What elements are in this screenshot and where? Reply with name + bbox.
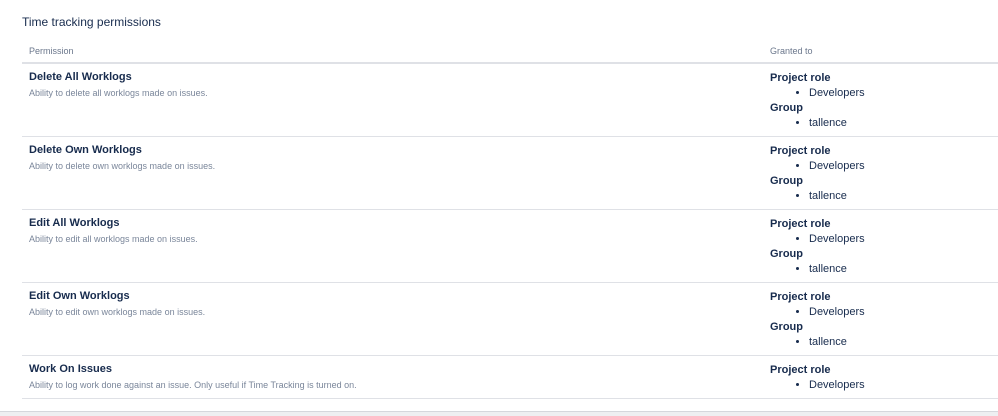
permission-description: Ability to log work done against an issu… xyxy=(29,380,357,390)
permission-name: Edit Own Worklogs xyxy=(29,290,130,302)
project-role-list: Developers xyxy=(770,305,998,320)
project-role-list: Developers xyxy=(770,86,998,101)
group-item: tallence xyxy=(809,116,998,131)
table-row: Delete Own Worklogs Ability to delete ow… xyxy=(22,136,998,210)
column-header-granted-to: Granted to xyxy=(763,39,998,64)
permission-description: Ability to edit own worklogs made on iss… xyxy=(29,307,206,317)
group-list: tallence xyxy=(770,335,998,350)
permission-cell: Work On Issues Ability to log work done … xyxy=(22,355,763,399)
permission-description: Ability to delete own worklogs made on i… xyxy=(29,161,216,171)
permission-name: Edit All Worklogs xyxy=(29,217,120,229)
project-role-item: Developers xyxy=(809,305,998,320)
permission-description: Ability to delete all worklogs made on i… xyxy=(29,88,208,98)
grant-type-project-role: Project role xyxy=(770,72,831,84)
grant-type-group: Group xyxy=(770,248,803,260)
grant-type-project-role: Project role xyxy=(770,145,831,157)
grant-type-group: Group xyxy=(770,175,803,187)
permission-cell: Delete All Worklogs Ability to delete al… xyxy=(22,63,763,137)
project-role-item: Developers xyxy=(809,159,998,174)
project-role-item: Developers xyxy=(809,86,998,101)
permission-cell: Edit All Worklogs Ability to edit all wo… xyxy=(22,209,763,283)
table-row: Delete All Worklogs Ability to delete al… xyxy=(22,63,998,137)
section-title: Time tracking permissions xyxy=(22,15,161,29)
permission-description: Ability to edit all worklogs made on iss… xyxy=(29,234,198,244)
group-list: tallence xyxy=(770,189,998,204)
granted-to-cell: Project role Developers Group tallence xyxy=(763,136,998,210)
permission-name: Work On Issues xyxy=(29,363,112,375)
grant-type-project-role: Project role xyxy=(770,218,831,230)
column-header-permission: Permission xyxy=(22,39,763,64)
group-list: tallence xyxy=(770,262,998,277)
project-role-list: Developers xyxy=(770,232,998,247)
group-item: tallence xyxy=(809,262,998,277)
permissions-table: Permission Granted to Delete All Worklog… xyxy=(22,39,998,399)
grant-type-project-role: Project role xyxy=(770,291,831,303)
granted-to-cell: Project role Developers Group tallence xyxy=(763,282,998,356)
permission-cell: Delete Own Worklogs Ability to delete ow… xyxy=(22,136,763,210)
group-list: tallence xyxy=(770,116,998,131)
table-row: Work On Issues Ability to log work done … xyxy=(22,355,998,399)
grant-type-group: Group xyxy=(770,102,803,114)
table-row: Edit All Worklogs Ability to edit all wo… xyxy=(22,209,998,283)
grant-type-group: Group xyxy=(770,321,803,333)
project-role-item: Developers xyxy=(809,378,998,393)
group-item: tallence xyxy=(809,189,998,204)
project-role-list: Developers xyxy=(770,378,998,393)
table-row: Edit Own Worklogs Ability to edit own wo… xyxy=(22,282,998,356)
project-role-list: Developers xyxy=(770,159,998,174)
permission-name: Delete All Worklogs xyxy=(29,71,132,83)
table-header-row: Permission Granted to xyxy=(22,39,998,64)
group-item: tallence xyxy=(809,335,998,350)
grant-type-project-role: Project role xyxy=(770,364,831,376)
permission-cell: Edit Own Worklogs Ability to edit own wo… xyxy=(22,282,763,356)
page-bottom-border xyxy=(0,411,998,416)
project-role-item: Developers xyxy=(809,232,998,247)
granted-to-cell: Project role Developers Group tallence xyxy=(763,63,998,137)
granted-to-cell: Project role Developers Group tallence xyxy=(763,209,998,283)
granted-to-cell: Project role Developers xyxy=(763,355,998,399)
permission-name: Delete Own Worklogs xyxy=(29,144,142,156)
